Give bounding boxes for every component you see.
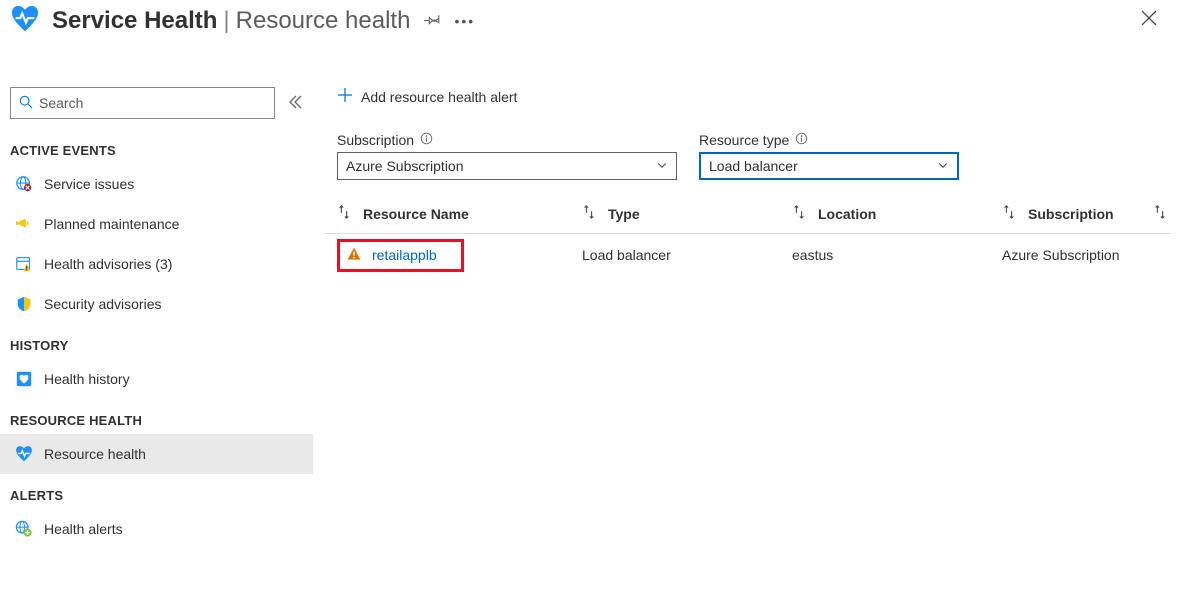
table-row[interactable]: retailapplb Load balancer eastus Azure S…: [323, 234, 1171, 276]
chevron-down-icon: [937, 158, 949, 174]
nav-section-alerts: ALERTS: [0, 474, 313, 509]
search-field[interactable]: [39, 95, 266, 111]
sidebar-item-label: Health history: [44, 371, 130, 387]
cell-location: eastus: [792, 247, 1002, 263]
column-header-location[interactable]: Location: [792, 205, 1002, 222]
sidebar-item-label: Service issues: [44, 176, 134, 192]
sidebar-item-resource-health[interactable]: Resource health: [0, 434, 313, 474]
globe-alert-icon: [10, 175, 38, 193]
pin-icon[interactable]: [424, 10, 442, 31]
column-label: Subscription: [1028, 206, 1114, 222]
sort-icon: [1002, 205, 1016, 222]
globe-plus-icon: [10, 520, 38, 538]
nav-section-history: HISTORY: [0, 324, 313, 359]
filter-label-text: Subscription: [337, 132, 414, 148]
resource-type-select[interactable]: Load balancer: [699, 152, 959, 180]
main-content: Add resource health alert Subscription A…: [313, 47, 1191, 593]
heart-pulse-icon: [10, 445, 38, 463]
cell-type: Load balancer: [582, 247, 792, 263]
warning-icon: [346, 246, 362, 265]
more-icon[interactable]: •••: [454, 13, 475, 29]
close-icon[interactable]: [1141, 10, 1157, 29]
nav-section-resource-health: RESOURCE HEALTH: [0, 399, 313, 434]
sidebar: ACTIVE EVENTS Service issues Planned mai…: [0, 47, 313, 593]
column-label: Resource Name: [363, 206, 469, 222]
sidebar-item-label: Health alerts: [44, 521, 123, 537]
sort-icon[interactable]: [1153, 205, 1167, 222]
select-value: Load balancer: [709, 158, 798, 174]
sidebar-item-health-alerts[interactable]: Health alerts: [0, 509, 313, 549]
sidebar-item-security-advisories[interactable]: Security advisories: [0, 284, 313, 324]
shield-icon: [10, 295, 38, 313]
info-icon[interactable]: [420, 132, 433, 148]
sidebar-item-label: Planned maintenance: [44, 216, 179, 232]
filter-resource-type: Resource type Load balancer: [699, 132, 959, 180]
plus-icon: [337, 87, 353, 106]
calendar-warn-icon: [10, 255, 38, 273]
sort-icon: [337, 205, 351, 222]
highlighted-cell: retailapplb: [337, 239, 464, 272]
cell-subscription: Azure Subscription: [1002, 247, 1171, 263]
search-input[interactable]: [10, 87, 275, 119]
title-separator: |: [223, 7, 229, 35]
megaphone-icon: [10, 215, 38, 233]
select-value: Azure Subscription: [346, 158, 464, 174]
info-icon[interactable]: [795, 132, 808, 148]
sidebar-item-label: Security advisories: [44, 296, 162, 312]
sidebar-item-health-history[interactable]: Health history: [0, 359, 313, 399]
nav-section-active-events: ACTIVE EVENTS: [0, 129, 313, 164]
column-label: Type: [608, 206, 640, 222]
sidebar-item-label: Resource health: [44, 446, 146, 462]
heart-pulse-icon: [10, 4, 40, 37]
sidebar-item-health-advisories[interactable]: Health advisories (3): [0, 244, 313, 284]
chevron-down-icon: [656, 158, 668, 174]
search-icon: [19, 95, 33, 112]
toolbar-label: Add resource health alert: [361, 89, 517, 105]
sidebar-item-label: Health advisories (3): [44, 256, 172, 272]
column-label: Location: [818, 206, 876, 222]
add-resource-health-alert-button[interactable]: Add resource health alert: [337, 87, 517, 106]
column-header-type[interactable]: Type: [582, 205, 792, 222]
collapse-sidebar-icon[interactable]: [287, 94, 303, 113]
heart-box-icon: [10, 370, 38, 388]
sort-icon: [582, 205, 596, 222]
page-subtitle: Resource health: [236, 7, 411, 35]
column-header-name[interactable]: Resource Name: [337, 205, 582, 222]
sidebar-item-planned-maintenance[interactable]: Planned maintenance: [0, 204, 313, 244]
filter-subscription: Subscription Azure Subscription: [337, 132, 677, 180]
sidebar-item-service-issues[interactable]: Service issues: [0, 164, 313, 204]
sort-icon: [792, 205, 806, 222]
resource-table: Resource Name Type Location: [323, 194, 1171, 276]
page-title: Service Health: [52, 7, 217, 35]
column-header-subscription[interactable]: Subscription: [1002, 205, 1153, 222]
table-header-row: Resource Name Type Location: [323, 194, 1171, 234]
page-header: Service Health | Resource health •••: [0, 0, 1191, 47]
subscription-select[interactable]: Azure Subscription: [337, 152, 677, 180]
resource-name-link[interactable]: retailapplb: [372, 247, 437, 263]
filter-label-text: Resource type: [699, 132, 789, 148]
